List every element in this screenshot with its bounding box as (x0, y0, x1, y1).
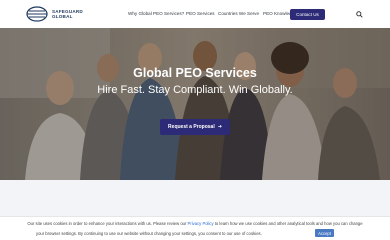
site-header: SAFEGUARD GLOBAL Why Global PEO Services… (0, 0, 390, 28)
cookie-text-after: to learn how we use cookies and other an… (213, 221, 363, 226)
hero-section: Global PEO Services Hire Fast. Stay Comp… (0, 28, 390, 180)
logo-text: SAFEGUARD GLOBAL (52, 9, 83, 19)
logo-line-2: GLOBAL (52, 14, 73, 19)
accept-cookies-button[interactable]: Accept (315, 229, 334, 237)
nav-why-global-peo[interactable]: Why Global PEO Services? (128, 11, 184, 16)
contact-us-button[interactable]: Contact Us (290, 9, 325, 20)
logo[interactable]: SAFEGUARD GLOBAL (26, 6, 83, 22)
hero-title: Global PEO Services (133, 66, 257, 80)
nav-peo-services[interactable]: PEO Services (186, 11, 215, 16)
globe-lines-icon (26, 6, 48, 22)
search-icon[interactable] (356, 11, 363, 18)
cookie-text-before: Our site uses cookies in order to enhanc… (27, 221, 188, 226)
content-band (0, 180, 390, 216)
cookie-text-line-2: your browser settings. By continuing to … (36, 231, 262, 236)
arrow-right-icon: ➜ (217, 124, 222, 130)
nav-countries[interactable]: Countries We Serve (218, 11, 259, 16)
cookie-banner: Our site uses cookies in order to enhanc… (0, 216, 390, 240)
cta-label: Request a Proposal (168, 124, 215, 130)
hero-overlay (0, 28, 390, 180)
privacy-policy-link[interactable]: Privacy Policy (188, 221, 214, 226)
request-proposal-button[interactable]: Request a Proposal ➜ (160, 119, 230, 135)
cookie-text-line-1: Our site uses cookies in order to enhanc… (0, 221, 390, 226)
hero-subtitle: Hire Fast. Stay Compliant. Win Globally. (97, 84, 293, 96)
